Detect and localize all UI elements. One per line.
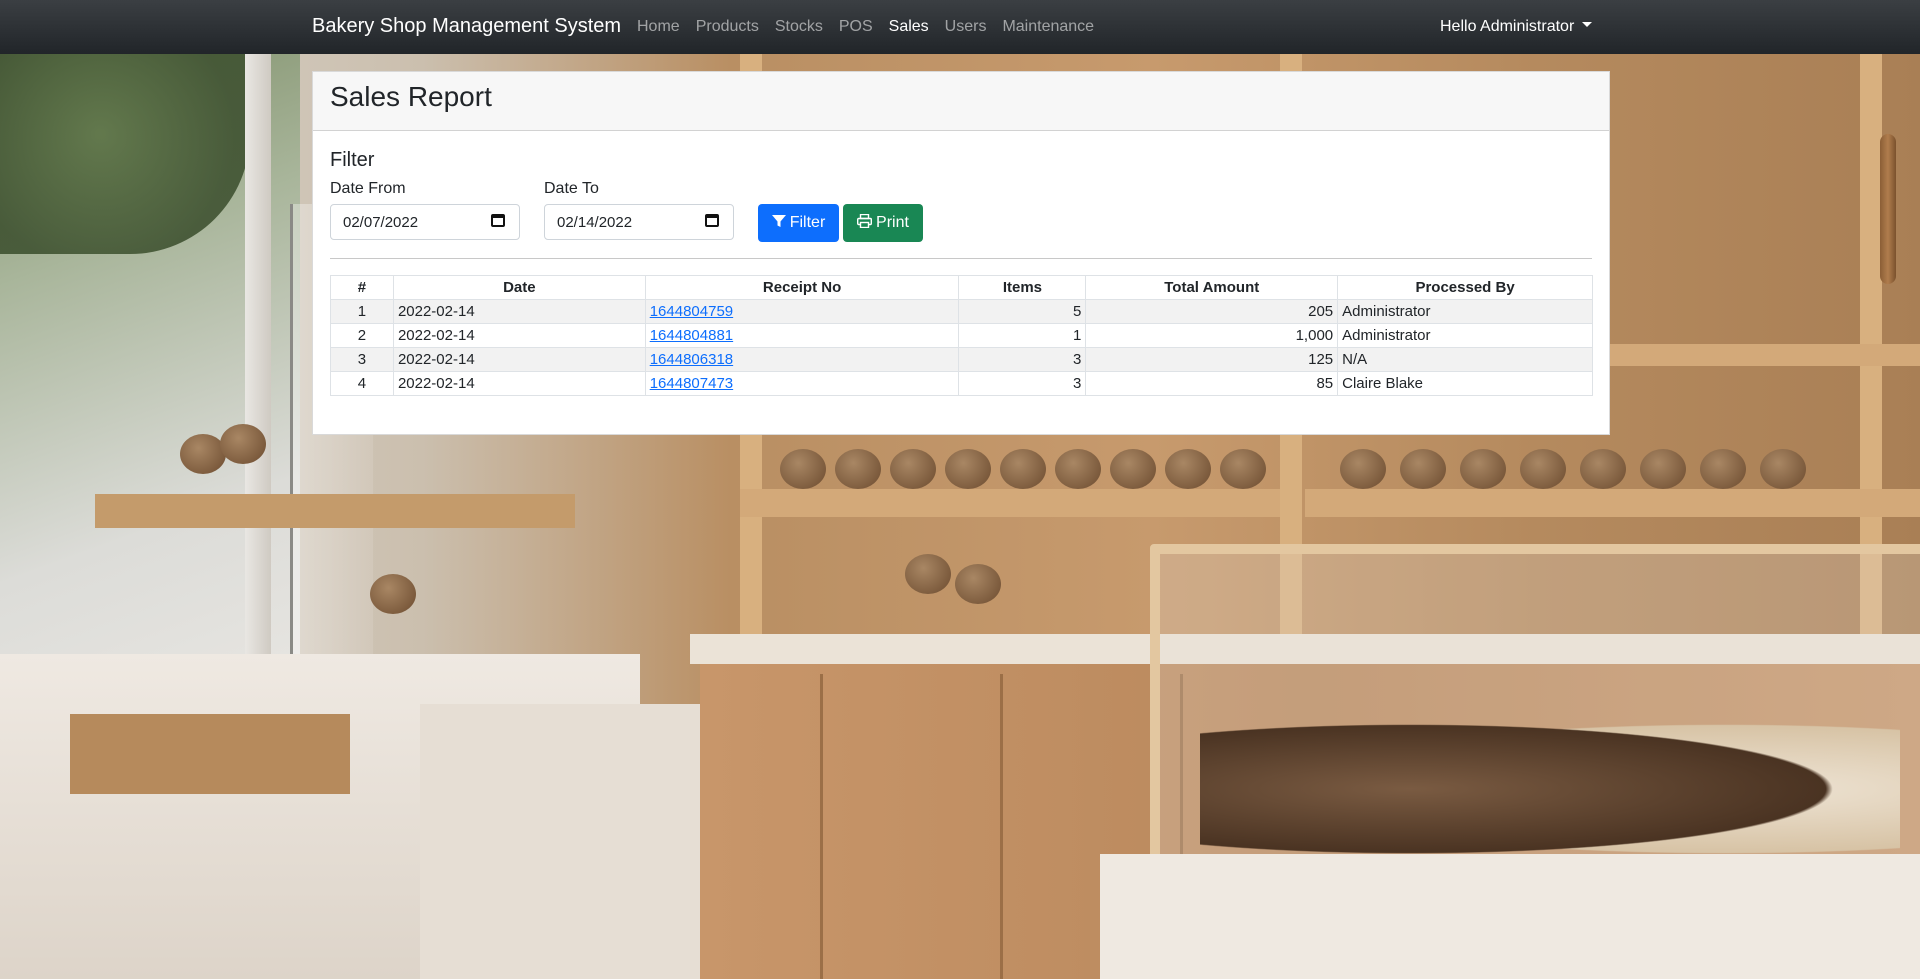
nav-stocks[interactable]: Stocks bbox=[775, 18, 823, 36]
date-to-value: 02/14/2022 bbox=[557, 214, 633, 231]
nav-products[interactable]: Products bbox=[696, 18, 759, 36]
nav-pos[interactable]: POS bbox=[839, 18, 873, 36]
divider bbox=[330, 258, 1592, 259]
col-header-processed-by: Processed By bbox=[1337, 275, 1593, 300]
row-items: 1 bbox=[958, 323, 1087, 348]
nav-maintenance[interactable]: Maintenance bbox=[1002, 18, 1094, 36]
row-items: 3 bbox=[958, 347, 1087, 372]
print-button-label: Print bbox=[876, 214, 909, 231]
row-items: 5 bbox=[958, 299, 1087, 324]
row-date: 2022-02-14 bbox=[392, 299, 646, 324]
sales-table: # Date Receipt No Items Total Amount Pro… bbox=[330, 275, 1593, 396]
table-row: 1 2022-02-14 1644804759 5 205 Administra… bbox=[330, 299, 1593, 324]
nav-users[interactable]: Users bbox=[945, 18, 987, 36]
table-row: 2 2022-02-14 1644804881 1 1,000 Administ… bbox=[330, 323, 1593, 348]
caret-down-icon bbox=[1582, 22, 1593, 28]
table-row: 3 2022-02-14 1644806318 3 125 N/A bbox=[330, 347, 1593, 372]
nav-links: Home Products Stocks POS Sales Users Mai… bbox=[637, 18, 1110, 36]
date-from-value: 02/07/2022 bbox=[343, 214, 419, 231]
sales-report-card: Sales Report Filter Date From 02/07/2022… bbox=[312, 71, 1610, 435]
row-date: 2022-02-14 bbox=[392, 371, 646, 396]
date-to-input[interactable]: 02/14/2022 bbox=[544, 204, 734, 240]
receipt-link[interactable]: 1644804881 bbox=[650, 327, 733, 344]
row-items: 3 bbox=[958, 371, 1087, 396]
receipt-link[interactable]: 1644806318 bbox=[650, 351, 733, 368]
filter-button[interactable]: Filter bbox=[758, 204, 839, 242]
user-greeting: Hello Administrator bbox=[1440, 18, 1575, 35]
card-header: Sales Report bbox=[313, 72, 1609, 131]
date-to-label: Date To bbox=[544, 180, 599, 197]
filter-icon bbox=[771, 214, 786, 233]
filter-heading: Filter bbox=[330, 149, 375, 171]
nav-home[interactable]: Home bbox=[637, 18, 680, 36]
row-receipt-cell: 1644804881 bbox=[644, 323, 960, 348]
col-header-total: Total Amount bbox=[1085, 275, 1339, 300]
table-row: 4 2022-02-14 1644807473 3 85 Claire Blak… bbox=[330, 371, 1593, 396]
calendar-icon[interactable] bbox=[491, 214, 505, 227]
row-receipt-cell: 1644806318 bbox=[644, 347, 960, 372]
row-date: 2022-02-14 bbox=[392, 323, 646, 348]
receipt-link[interactable]: 1644807473 bbox=[650, 375, 733, 392]
date-from-input[interactable]: 02/07/2022 bbox=[330, 204, 520, 240]
receipt-link[interactable]: 1644804759 bbox=[650, 303, 733, 320]
filter-button-label: Filter bbox=[789, 214, 826, 231]
row-processed-by: Claire Blake bbox=[1337, 371, 1593, 396]
row-number: 3 bbox=[330, 347, 394, 372]
col-header-receipt: Receipt No bbox=[644, 275, 960, 300]
row-date: 2022-02-14 bbox=[392, 347, 646, 372]
row-number: 1 bbox=[330, 299, 394, 324]
row-total: 85 bbox=[1085, 371, 1339, 396]
row-processed-by: Administrator bbox=[1337, 299, 1593, 324]
col-header-items: Items bbox=[958, 275, 1087, 300]
row-receipt-cell: 1644807473 bbox=[644, 371, 960, 396]
print-icon bbox=[857, 213, 873, 233]
print-button[interactable]: Print bbox=[843, 204, 923, 242]
col-header-number: # bbox=[330, 275, 394, 300]
calendar-icon[interactable] bbox=[705, 214, 719, 227]
top-navbar: Bakery Shop Management System Home Produ… bbox=[0, 0, 1920, 54]
col-header-date: Date bbox=[392, 275, 646, 300]
row-receipt-cell: 1644804759 bbox=[644, 299, 960, 324]
row-number: 4 bbox=[330, 371, 394, 396]
row-processed-by: Administrator bbox=[1337, 323, 1593, 348]
date-from-label: Date From bbox=[330, 180, 406, 197]
row-processed-by: N/A bbox=[1337, 347, 1593, 372]
row-total: 1,000 bbox=[1085, 323, 1339, 348]
table-header-row: # Date Receipt No Items Total Amount Pro… bbox=[330, 275, 1593, 300]
page-title: Sales Report bbox=[330, 81, 492, 112]
row-total: 125 bbox=[1085, 347, 1339, 372]
nav-sales[interactable]: Sales bbox=[889, 18, 929, 36]
row-number: 2 bbox=[330, 323, 394, 348]
row-total: 205 bbox=[1085, 299, 1339, 324]
brand-link[interactable]: Bakery Shop Management System bbox=[312, 15, 621, 38]
user-menu-dropdown[interactable]: Hello Administrator bbox=[1440, 18, 1593, 36]
